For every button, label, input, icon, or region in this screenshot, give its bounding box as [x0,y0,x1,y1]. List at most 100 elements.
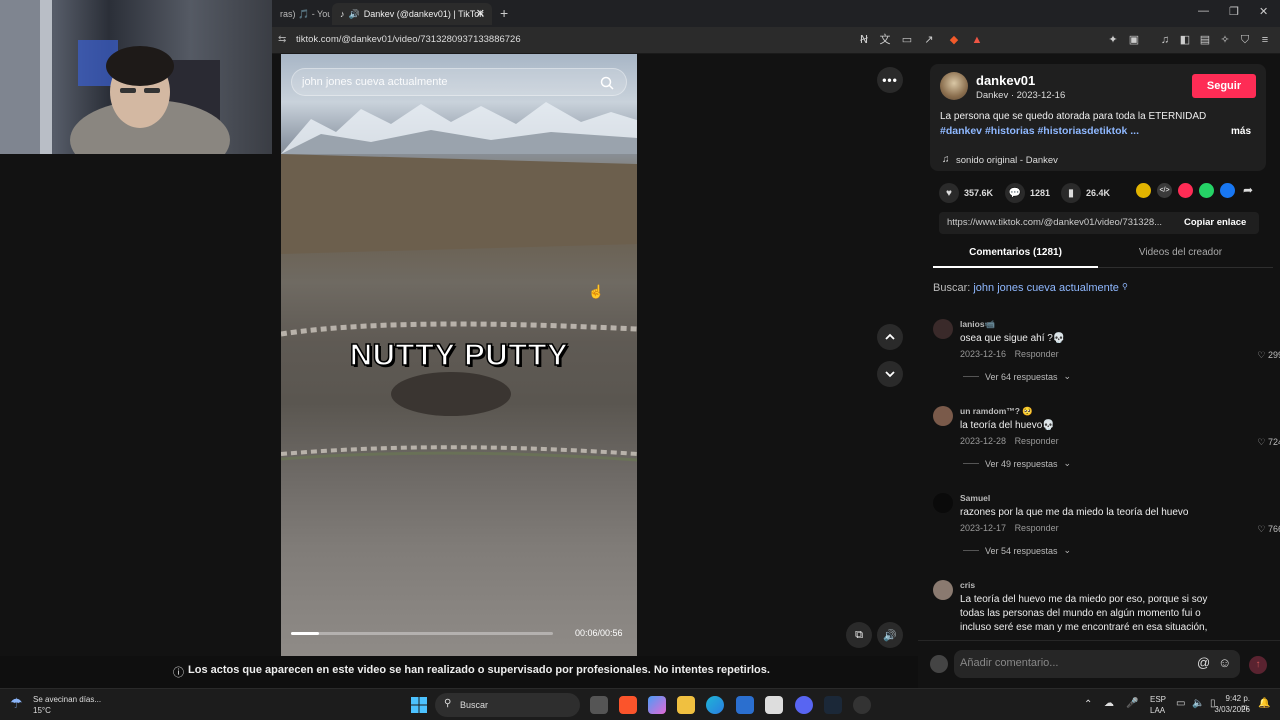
taskbar-search[interactable]: ⚲ Buscar [435,693,580,717]
video-player[interactable]: john jones cueva actualmente NUTTY PUTTY… [281,54,637,656]
embed-icon[interactable]: </> [1157,183,1172,198]
network-icon[interactable]: ▭ [1176,698,1185,709]
comment-username[interactable]: un ramdom™? 🥺 [960,406,1033,417]
translate-icon[interactable]: 文 [878,33,892,47]
reply-button[interactable]: Responder [1015,436,1059,446]
emoji-icon[interactable]: ☺ [1218,655,1231,670]
close-window-button[interactable]: ✕ [1259,5,1268,18]
browser-tab-tiktok[interactable]: ♪ 🔊 Dankev (@dankev01) | TikTok ✕ [332,3,492,25]
comment-avatar[interactable] [933,493,953,513]
start-button[interactable] [411,697,427,713]
new-tab-button[interactable]: + [500,5,508,21]
send-icon[interactable] [1178,183,1193,198]
share-icon[interactable]: ↗ [922,33,936,47]
heart-outline-icon: ♡ [1257,350,1266,360]
copilot-icon[interactable] [648,696,666,714]
copy-link-button[interactable]: Copiar enlace [1184,217,1246,228]
repost-icon[interactable] [1136,183,1151,198]
comment-username[interactable]: Samuel [960,493,990,503]
share-arrow-icon[interactable]: ➦ [1243,183,1253,197]
previous-video-button[interactable] [877,324,903,350]
minimize-button[interactable]: — [1198,5,1209,17]
microphone-icon[interactable]: 🎤 [1126,698,1138,709]
video-link-url[interactable]: https://www.tiktok.com/@dankev01/video/7… [947,217,1162,228]
discord-icon[interactable] [795,696,813,714]
language-bottom[interactable]: LAA [1150,706,1165,715]
extensions-icon[interactable]: ✦ [1106,33,1120,47]
browser-tab-youtube[interactable]: ras) 🎵 - YouT [272,3,330,25]
comment-like-button[interactable]: ♡ 7669 [1257,524,1280,535]
task-view-icon[interactable] [590,696,608,714]
language-top[interactable]: ESP [1150,695,1166,704]
comment-username[interactable]: cris [960,580,975,590]
chevron-up-icon [885,333,895,340]
like-button[interactable]: ♥ 357.6K [939,183,993,203]
tab-creator-videos[interactable]: Videos del creador [1098,240,1263,268]
volume-button[interactable]: 🔊 [877,622,903,648]
comment-avatar[interactable] [933,406,953,426]
cloud-icon[interactable]: ☁ [1104,698,1114,709]
edge-icon[interactable] [706,696,724,714]
no-translate-icon[interactable]: Ꞥ [857,33,871,47]
more-description-button[interactable]: más [1231,126,1251,137]
sidebar-icon[interactable]: ◧ [1178,33,1192,47]
weather-widget[interactable]: ☂ Se avecinan días... 15°C [10,693,120,717]
picture-in-picture-button[interactable]: ⧉ [846,622,872,648]
leo-ai-icon[interactable]: ✧ [1218,33,1232,47]
user-avatar[interactable] [930,655,948,673]
view-replies-button[interactable]: Ver 64 respuestas ⌄ [963,371,1071,382]
comment-like-button[interactable]: ♡ 7240 [1257,437,1280,448]
comment-avatar[interactable] [933,319,953,339]
video-hashtags[interactable]: #dankev #historias #historiasdetiktok ..… [940,125,1139,137]
brave-shield-icon[interactable]: ◆ [947,33,961,47]
reply-button[interactable]: Responder [1015,349,1059,359]
outlook-icon[interactable] [736,696,754,714]
next-video-button[interactable] [877,361,903,387]
cast-icon[interactable]: ▭ [900,33,914,47]
sound-name[interactable]: sonido original - Dankev [956,155,1058,166]
mention-icon[interactable]: @ [1197,655,1210,670]
close-tab-icon[interactable]: ✕ [476,7,485,20]
search-icon[interactable] [600,76,614,90]
comment-text: La teoría del huevo me da miedo por eso,… [960,594,1208,633]
vpn-icon[interactable]: ⛉ [1238,33,1252,47]
chevron-up-icon[interactable]: ⌃ [1084,699,1092,710]
comment-avatar[interactable] [933,580,953,600]
facebook-icon[interactable] [1220,183,1235,198]
obs-icon[interactable] [853,696,871,714]
creator-username[interactable]: dankev01 [976,73,1035,88]
add-comment-input[interactable]: Añadir comentario... @ ☺ [954,650,1240,678]
comment-like-button[interactable]: ♡ 2994 [1257,350,1280,361]
notification-icon[interactable]: 🔔 [1258,698,1270,709]
post-comment-button[interactable]: ↑ [1249,656,1267,674]
view-replies-button[interactable]: Ver 54 respuestas ⌄ [963,545,1071,556]
volume-icon[interactable]: 🔈 [1192,698,1204,709]
more-options-button[interactable]: ••• [877,67,903,93]
restore-button[interactable]: ❐ [1229,5,1239,18]
clock-date[interactable]: 3/03/2026 [1212,705,1250,714]
save-button[interactable]: ▮ 26.4K [1061,183,1110,203]
tab-comments[interactable]: Comentarios (1281) [933,240,1098,268]
video-search-bar[interactable]: john jones cueva actualmente [291,68,627,96]
steam-icon[interactable] [824,696,842,714]
menu-icon[interactable]: ≡ [1258,33,1272,47]
whatsapp-icon[interactable] [1199,183,1214,198]
file-explorer-icon[interactable] [677,696,695,714]
comment-date: 2023-12-16 [960,349,1007,359]
comment-button[interactable]: 💬 1281 [1005,183,1050,203]
video-progress-bar[interactable] [291,632,553,635]
comment-username[interactable]: lanios📹 [960,319,995,330]
music-icon[interactable]: ♫ [1158,33,1172,47]
screenshot-icon[interactable]: ▣ [1127,33,1141,47]
site-settings-icon[interactable]: ⇆ [278,34,286,45]
store-icon[interactable] [765,696,783,714]
url-field[interactable]: tiktok.com/@dankev01/video/7313280937133… [296,34,521,45]
creator-avatar[interactable] [940,72,968,100]
brave-browser-icon[interactable] [619,696,637,714]
follow-button[interactable]: Seguir [1192,74,1256,98]
search-suggestion[interactable]: Buscar: john jones cueva actualmente ⚲ [933,282,1128,294]
reply-button[interactable]: Responder [1015,523,1059,533]
wallet-icon[interactable]: ▤ [1198,33,1212,47]
brave-rewards-icon[interactable]: ▲ [970,33,984,47]
view-replies-button[interactable]: Ver 49 respuestas ⌄ [963,458,1071,469]
